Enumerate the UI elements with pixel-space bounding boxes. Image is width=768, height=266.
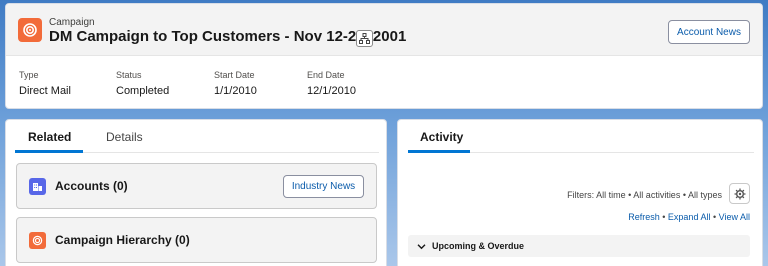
- section-label: Upcoming & Overdue: [432, 241, 525, 251]
- object-label: Campaign: [49, 17, 95, 28]
- tab-details[interactable]: Details: [106, 130, 143, 144]
- view-all-link[interactable]: View All: [719, 212, 750, 222]
- account-icon: [29, 178, 46, 195]
- record-header-top: Campaign DM Campaign to Top Customers - …: [6, 4, 762, 56]
- campaign-icon: [18, 18, 42, 42]
- expand-all-link[interactable]: Expand All: [668, 212, 711, 222]
- activity-links: Refresh • Expand All • View All: [628, 212, 750, 222]
- filter-settings-button[interactable]: [729, 183, 750, 204]
- related-list-campaign-hierarchy: Campaign Hierarchy (0): [16, 217, 377, 263]
- field-label: End Date: [307, 70, 345, 80]
- active-tab-indicator: [15, 150, 83, 153]
- related-list-accounts: Accounts (0) Industry News: [16, 163, 377, 209]
- related-tabs: Related Details: [15, 120, 379, 153]
- active-tab-indicator: [408, 150, 470, 153]
- field-label: Type: [19, 70, 39, 80]
- field-value: Direct Mail: [19, 85, 71, 97]
- chevron-down-icon: [417, 242, 426, 251]
- industry-news-button[interactable]: Industry News: [283, 175, 364, 198]
- record-header: Campaign DM Campaign to Top Customers - …: [5, 3, 763, 109]
- field-label: Status: [116, 70, 142, 80]
- related-panel: Related Details Accounts (0) Industry Ne…: [5, 119, 387, 266]
- refresh-link[interactable]: Refresh: [628, 212, 660, 222]
- field-end-date: End Date 12/1/2010: [307, 70, 356, 97]
- field-start-date: Start Date 1/1/2010: [214, 70, 257, 97]
- campaign-icon: [29, 232, 46, 249]
- page-title: DM Campaign to Top Customers - Nov 12-23…: [49, 28, 407, 45]
- field-type: Type Direct Mail: [19, 70, 71, 97]
- field-status: Status Completed: [116, 70, 169, 97]
- related-list-title[interactable]: Accounts (0): [55, 179, 128, 193]
- tab-activity[interactable]: Activity: [420, 130, 463, 144]
- hierarchy-icon: [359, 33, 370, 44]
- activity-tabs: Activity: [408, 120, 754, 153]
- tab-related[interactable]: Related: [28, 130, 71, 144]
- field-value: 12/1/2010: [307, 85, 356, 97]
- field-value: 1/1/2010: [214, 85, 257, 97]
- upcoming-overdue-section[interactable]: Upcoming & Overdue: [408, 235, 750, 257]
- link-separator: •: [662, 212, 666, 222]
- hierarchy-button[interactable]: [356, 30, 373, 47]
- activity-panel: Activity Filters: All time • All activit…: [397, 119, 763, 266]
- activity-filters-text: Filters: All time • All activities • All…: [567, 190, 722, 200]
- field-value: Completed: [116, 85, 170, 97]
- gear-icon: [734, 188, 745, 199]
- account-news-button[interactable]: Account News: [668, 20, 750, 44]
- related-list-title[interactable]: Campaign Hierarchy (0): [55, 233, 190, 247]
- field-label: Start Date: [214, 70, 255, 80]
- link-separator: •: [712, 212, 717, 222]
